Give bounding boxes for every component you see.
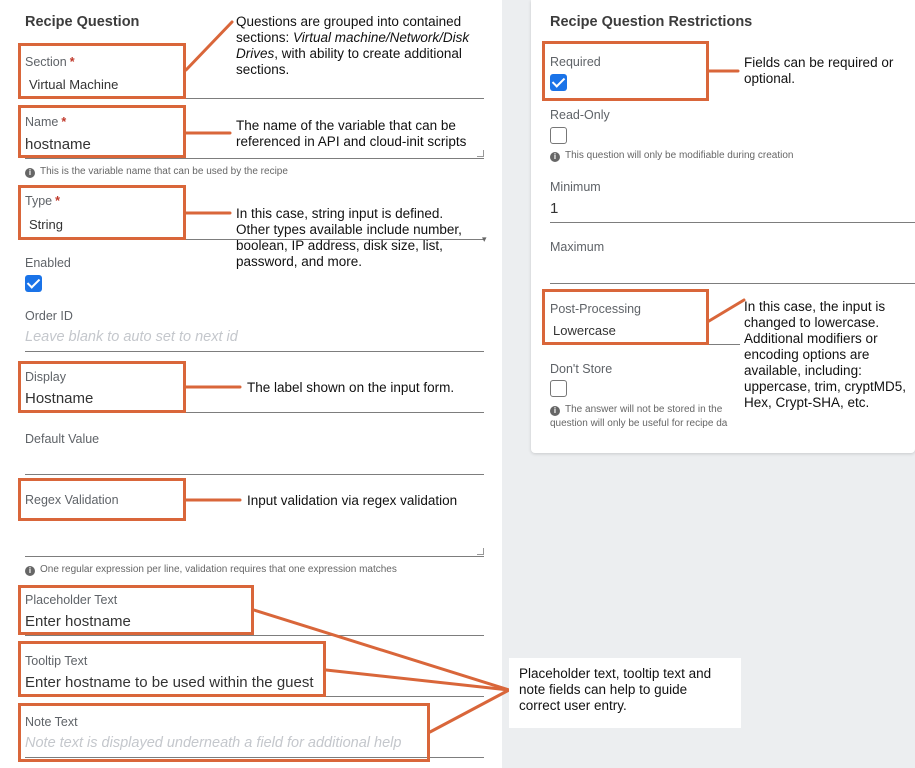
enabled-label: Enabled <box>25 256 71 270</box>
read-only-label: Read-Only <box>550 108 610 122</box>
type-annotation: In this case, string input is defined. O… <box>236 206 462 269</box>
name-underline <box>25 158 484 159</box>
info-icon: i <box>550 406 560 416</box>
enabled-checkbox[interactable] <box>25 275 42 292</box>
default-value-underline <box>25 474 484 475</box>
dont-store-help-line1: i The answer will not be stored in the <box>550 404 722 416</box>
resize-handle[interactable] <box>477 548 484 555</box>
placeholder-text-underline <box>25 635 484 636</box>
maximum-underline <box>550 283 915 284</box>
dont-store-checkbox[interactable] <box>550 380 567 397</box>
name-help: i This is the variable name that can be u… <box>25 166 288 178</box>
section-highlight <box>18 43 186 99</box>
placeholder-highlight <box>18 585 254 635</box>
minimum-input[interactable]: 1 <box>550 200 558 217</box>
regex-annotation: Input validation via regex validation <box>247 493 458 508</box>
note-highlight <box>18 703 430 762</box>
required-highlight <box>542 41 709 101</box>
read-only-checkbox[interactable] <box>550 127 567 144</box>
read-only-help: i This question will only be modifiable d… <box>550 150 793 162</box>
order-id-underline <box>25 351 484 352</box>
resize-handle[interactable] <box>477 150 484 157</box>
chevron-down-icon[interactable]: ▾ <box>482 234 487 245</box>
info-icon: i <box>25 168 35 178</box>
sections-annotation: Questions are grouped into contained sec… <box>236 14 470 77</box>
regex-underline[interactable] <box>25 556 484 557</box>
post-processing-highlight <box>542 289 709 345</box>
tooltip-highlight <box>18 641 326 697</box>
name-annotation: The name of the variable that can be ref… <box>236 118 467 149</box>
restrictions-title: Recipe Question Restrictions <box>550 14 753 30</box>
default-value-label: Default Value <box>25 432 100 446</box>
helper-fields-annotation: Placeholder text, tooltip text and note … <box>509 658 741 728</box>
post-processing-annotation: In this case, the input is changed to lo… <box>744 299 907 410</box>
minimum-label: Minimum <box>550 180 601 194</box>
info-icon: i <box>25 566 35 576</box>
order-id-input[interactable]: Leave blank to auto set to next id <box>25 329 238 345</box>
regex-help: i One regular expression per line, valida… <box>25 564 397 576</box>
info-icon: i <box>550 152 560 162</box>
name-highlight <box>18 105 186 158</box>
dont-store-label: Don't Store <box>550 362 613 376</box>
type-highlight <box>18 185 186 240</box>
minimum-underline <box>550 222 915 223</box>
order-id-label: Order ID <box>25 309 73 323</box>
regex-highlight <box>18 478 186 521</box>
dont-store-help-line2: question will only be useful for recipe … <box>550 418 728 429</box>
display-annotation: The label shown on the input form. <box>247 380 455 395</box>
panel-title: Recipe Question <box>25 14 140 30</box>
maximum-label: Maximum <box>550 240 605 254</box>
required-annotation: Fields can be required or optional. <box>744 55 894 86</box>
display-highlight <box>18 361 186 413</box>
